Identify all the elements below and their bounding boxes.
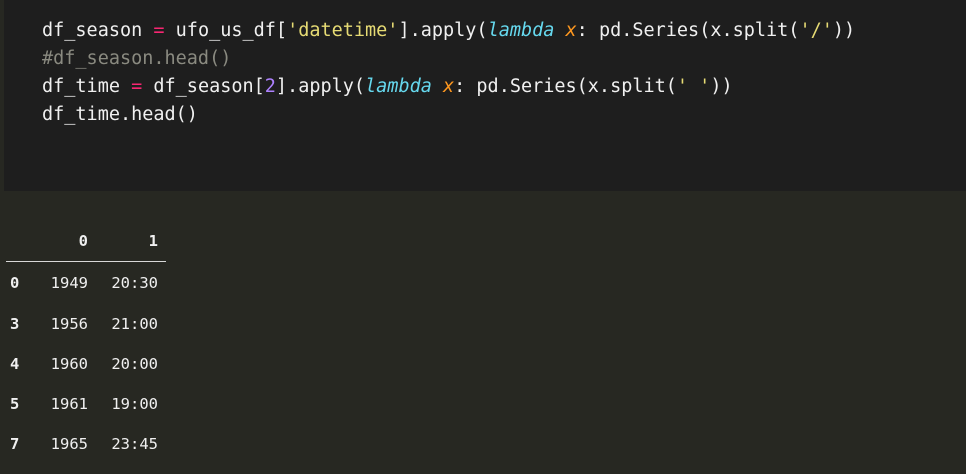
table-cell: 21:00 [111,315,158,333]
string-token: 'datetime' [287,20,399,41]
table-row: 4 1960 20:00 [6,344,166,384]
code-line-3: df_time = df_season[2].apply(lambda x: p… [42,73,733,101]
output-area: 0 1 0 1949 20:30 3 1956 21:00 4 1960 20:… [0,191,966,474]
code-cell[interactable]: df_season = ufo_us_df['datetime'].apply(… [4,0,966,191]
code-token: ufo_us_df[ [164,20,288,41]
param-token: x [443,76,455,97]
table-cell: 19:00 [111,395,158,413]
code-line-1: df_season = ufo_us_df['datetime'].apply(… [42,17,855,45]
param-token: x [565,20,577,41]
table-header-row: 0 1 [6,221,166,262]
string-token: ' ' [676,76,711,97]
column-header-1: 1 [88,221,166,262]
table-row: 5 1961 19:00 [6,384,166,424]
number-token: 2 [264,76,276,97]
row-index: 5 [10,395,20,413]
table-row: 7 1965 23:45 [6,424,166,464]
dataframe-table: 0 1 0 1949 20:30 3 1956 21:00 4 1960 20:… [6,221,166,464]
row-index: 0 [10,274,20,292]
code-token: ].apply( [275,76,366,97]
table-row: 0 1949 20:30 [6,262,166,305]
table-cell: 1961 [50,395,88,413]
code-token: df_season[ [142,76,265,97]
table-cell: 20:00 [111,355,158,373]
table-cell: 1960 [50,355,88,373]
string-token: '/' [799,20,833,41]
code-line-2: #df_season.head() [42,48,232,69]
code-token: )) [832,20,856,41]
keyword-token: lambda [365,76,432,97]
table-row: 3 1956 21:00 [6,304,166,344]
column-header-0: 0 [32,221,88,262]
table-cell: 1949 [50,274,88,292]
code-token: : pd.Series(x.split( [454,76,677,97]
code-token: df_time [42,76,132,97]
table-cell: 23:45 [111,435,158,453]
table-cell: 20:30 [111,274,158,292]
operator-token: = [153,20,165,41]
code-token: ].apply( [398,20,488,41]
row-index: 7 [10,435,20,453]
keyword-token: lambda [487,20,555,41]
table-cell: 1956 [50,315,88,333]
column-header-index [6,221,32,262]
row-index: 4 [10,355,20,373]
operator-token: = [131,76,143,97]
table-cell: 1965 [50,435,88,453]
code-token: df_season [42,20,154,41]
code-line-4: df_time.head() [42,104,198,125]
row-index: 3 [10,315,20,333]
code-token: )) [710,76,733,97]
code-token: : pd.Series(x.split( [576,20,800,41]
